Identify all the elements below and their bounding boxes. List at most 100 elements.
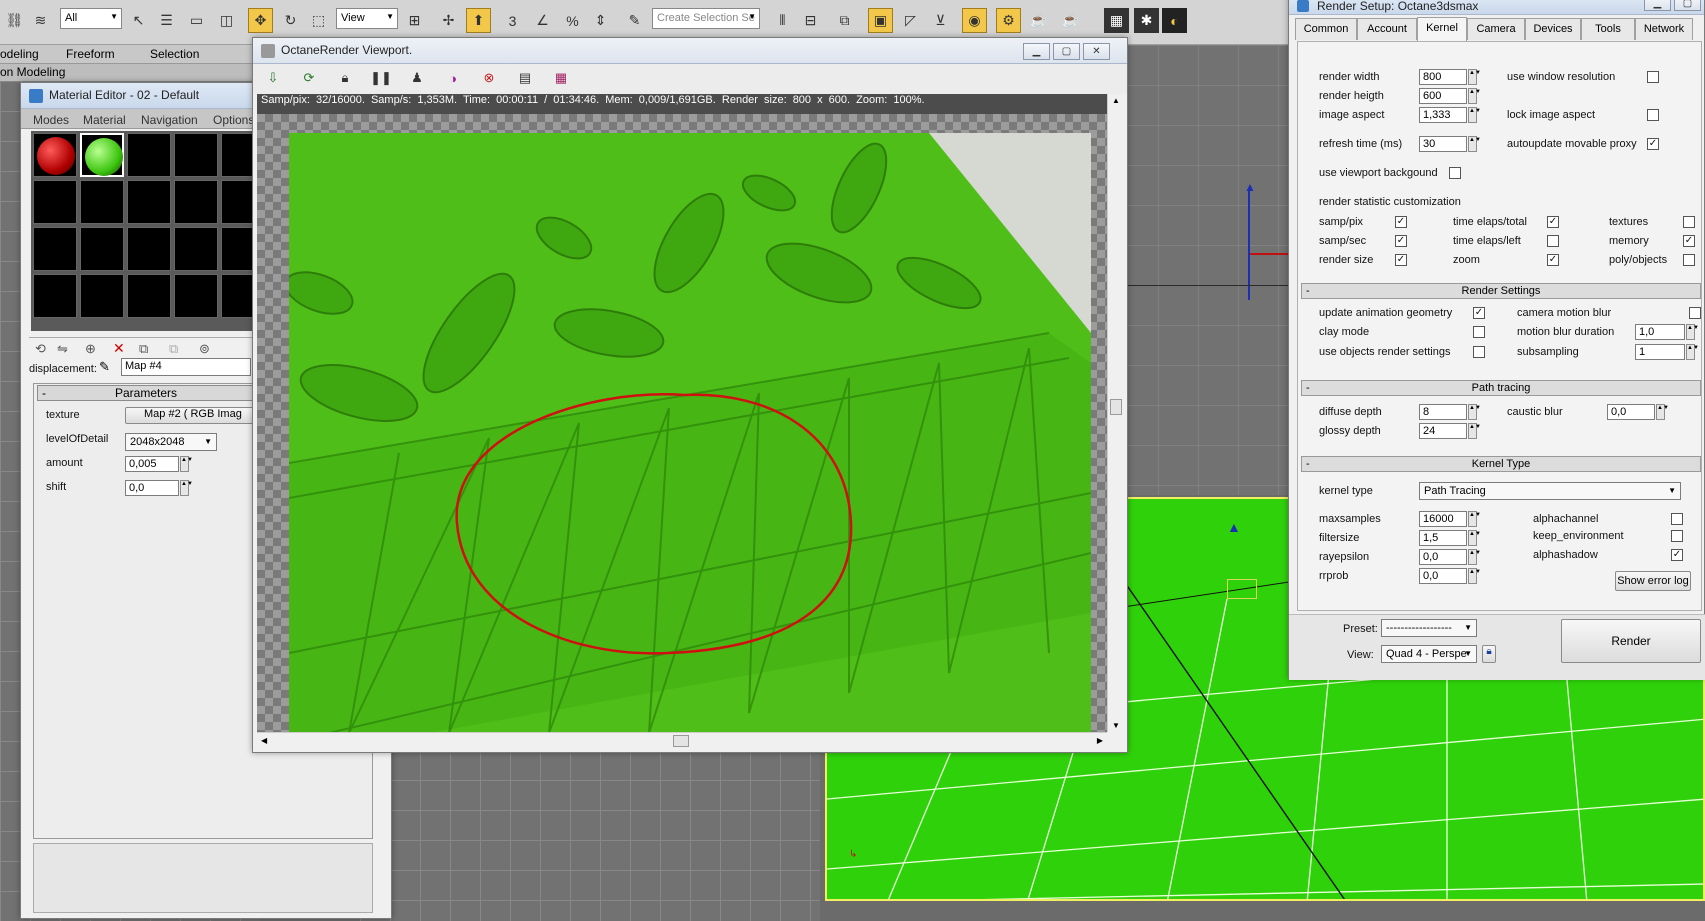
stat-time-left-checkbox[interactable] — [1547, 235, 1559, 247]
shift-field[interactable]: 0,0 — [125, 480, 179, 496]
pivot-center-icon[interactable]: ⊞ — [402, 8, 427, 33]
amount-field[interactable]: 0,005 — [125, 456, 179, 472]
render-canvas[interactable] — [257, 114, 1107, 733]
plugin-icon[interactable]: ✱ — [1134, 8, 1159, 33]
tab-common[interactable]: Common — [1295, 18, 1357, 40]
sample-slot-13[interactable] — [127, 227, 171, 271]
stat-render-size-checkbox[interactable]: ✓ — [1395, 254, 1407, 266]
stat-samp-sec-checkbox[interactable]: ✓ — [1395, 235, 1407, 247]
kernel-type-dropdown[interactable]: Path Tracing ▼ — [1419, 482, 1681, 500]
sample-slot-2[interactable] — [80, 133, 124, 177]
refresh-time-field[interactable]: 30 — [1419, 136, 1467, 152]
image-aspect-spinner[interactable]: ▲▼ — [1468, 107, 1481, 123]
filtersize-field[interactable]: 1,5 — [1419, 530, 1467, 546]
scroll-up-arrow[interactable]: ▲ — [1112, 96, 1120, 105]
path-tracing-header[interactable]: - Path tracing — [1301, 380, 1701, 396]
sample-slot-19[interactable] — [174, 274, 218, 318]
caustic-blur-field[interactable]: 0,0 — [1607, 404, 1655, 420]
snaps-toggle-icon[interactable]: 3 — [500, 8, 525, 33]
tab-kernel[interactable]: Kernel — [1417, 17, 1467, 41]
sample-slot-11[interactable] — [33, 227, 77, 271]
subsampling-field[interactable]: 1 — [1635, 344, 1685, 360]
material-id-icon[interactable]: ⊚ — [199, 341, 210, 357]
rrprob-spinner[interactable]: ▲▼ — [1468, 568, 1481, 584]
ribbon-subtab[interactable]: on Modeling — [0, 65, 65, 79]
select-object-icon[interactable]: ↖ — [126, 8, 151, 33]
glossy-depth-spinner[interactable]: ▲▼ — [1468, 423, 1481, 439]
diffuse-depth-field[interactable]: 8 — [1419, 404, 1467, 420]
sample-slot-8[interactable] — [127, 180, 171, 224]
glossy-depth-field[interactable]: 24 — [1419, 423, 1467, 439]
render-width-spinner[interactable]: ▲▼ — [1468, 69, 1481, 85]
percent-snap-icon[interactable]: % — [560, 8, 585, 33]
selection-filter-dropdown[interactable]: All ▼ — [60, 8, 122, 29]
reset-map-icon[interactable]: ✕ — [113, 340, 125, 357]
use-window-resolution-checkbox[interactable] — [1647, 71, 1659, 83]
maxsamples-field[interactable]: 16000 — [1419, 511, 1467, 527]
lock-aspect-checkbox[interactable] — [1647, 109, 1659, 121]
update-anim-checkbox[interactable]: ✓ — [1473, 307, 1485, 319]
render-setup-titlebar[interactable]: Render Setup: Octane3dsmax ▁ ▢ — [1289, 0, 1704, 15]
front-viewport[interactable]: ▲ — [1118, 45, 1290, 495]
select-scale-icon[interactable]: ⬚ — [306, 8, 331, 33]
scroll-right-arrow[interactable]: ▶ — [1097, 736, 1103, 745]
refresh-time-spinner[interactable]: ▲▼ — [1468, 136, 1481, 152]
horizontal-scrollbar[interactable]: ◀ ▶ — [257, 732, 1107, 750]
cam-motion-blur-checkbox[interactable] — [1689, 307, 1701, 319]
view-lock-icon[interactable]: 🔒︎ — [1482, 645, 1496, 663]
subsampling-spinner[interactable]: ▲▼ — [1686, 344, 1699, 360]
rendered-frame-window-icon[interactable]: ☕ — [1026, 8, 1051, 33]
octane-icon[interactable]: ◐ — [1162, 8, 1187, 33]
keyboard-shortcut-override-icon[interactable]: ⬆ — [466, 8, 491, 33]
amount-spinner[interactable]: ▲▼ — [180, 456, 193, 472]
mirror-icon[interactable]: ⫴ — [770, 8, 795, 33]
ribbon-tab-freeform[interactable]: Freeform — [66, 47, 115, 61]
shift-spinner[interactable]: ▲▼ — [180, 480, 193, 496]
color-picker-icon[interactable]: ◑ — [443, 68, 463, 88]
filtersize-spinner[interactable]: ▲▼ — [1468, 530, 1481, 546]
alphashadow-checkbox[interactable]: ✓ — [1671, 549, 1683, 561]
stat-memory-checkbox[interactable]: ✓ — [1683, 235, 1695, 247]
angle-snap-icon[interactable]: ∠ — [530, 8, 555, 33]
settings-icon[interactable]: ▤ — [515, 68, 535, 88]
sample-slot-17[interactable] — [80, 274, 124, 318]
menu-modes[interactable]: Modes — [33, 113, 69, 127]
render-setup-icon[interactable]: ⚙ — [996, 8, 1021, 33]
bind-spacewarp-icon[interactable]: ≋ — [28, 8, 53, 33]
sample-slot-9[interactable] — [174, 180, 218, 224]
preset-dropdown[interactable]: ------------------ ▼ — [1381, 619, 1477, 637]
menu-material[interactable]: Material — [83, 113, 126, 127]
render-production-icon[interactable]: ☕ — [1058, 8, 1083, 33]
scroll-left-arrow[interactable]: ◀ — [261, 736, 267, 745]
octane-titlebar[interactable]: OctaneRender Viewport. ▁ ▢ ✕ — [253, 38, 1127, 64]
copy-material-icon[interactable]: ⧉ — [139, 341, 148, 357]
mb-duration-spinner[interactable]: ▲▼ — [1686, 324, 1699, 340]
lock-icon[interactable]: 🔒︎ — [335, 68, 355, 88]
sample-slot-18[interactable] — [127, 274, 171, 318]
ribbon-tab-modeling[interactable]: odeling — [0, 47, 39, 61]
layer-manager-icon[interactable]: ⧉ — [832, 8, 857, 33]
rrprob-field[interactable]: 0,0 — [1419, 568, 1467, 584]
render-button[interactable]: Render — [1561, 619, 1701, 663]
menu-navigation[interactable]: Navigation — [141, 113, 198, 127]
sample-slot-1[interactable] — [33, 133, 77, 177]
use-viewport-bg-checkbox[interactable] — [1449, 167, 1461, 179]
show-error-log-button[interactable]: Show error log — [1615, 571, 1691, 591]
select-manipulate-icon[interactable]: ✢ — [436, 8, 461, 33]
edit-named-selection-icon[interactable]: ✎ — [622, 8, 647, 33]
spinner-snap-icon[interactable]: ⇕ — [588, 8, 613, 33]
sample-slot-3[interactable] — [127, 133, 171, 177]
autoupdate-proxy-checkbox[interactable]: ✓ — [1647, 138, 1659, 150]
tab-tools[interactable]: Tools — [1581, 18, 1635, 40]
displacement-map-field[interactable]: Map #4 — [121, 358, 251, 376]
tab-camera[interactable]: Camera — [1467, 18, 1525, 40]
tab-account[interactable]: Account — [1357, 18, 1417, 40]
eyedropper-icon[interactable]: ✎ — [99, 359, 110, 375]
use-obj-settings-checkbox[interactable] — [1473, 346, 1485, 358]
make-unique-icon[interactable]: ⧉ — [169, 341, 178, 357]
sample-slot-16[interactable] — [33, 274, 77, 318]
sample-slot-12[interactable] — [80, 227, 124, 271]
caustic-blur-spinner[interactable]: ▲▼ — [1656, 404, 1669, 420]
stat-time-total-checkbox[interactable]: ✓ — [1547, 216, 1559, 228]
export-icon[interactable]: ⇩ — [263, 68, 283, 88]
